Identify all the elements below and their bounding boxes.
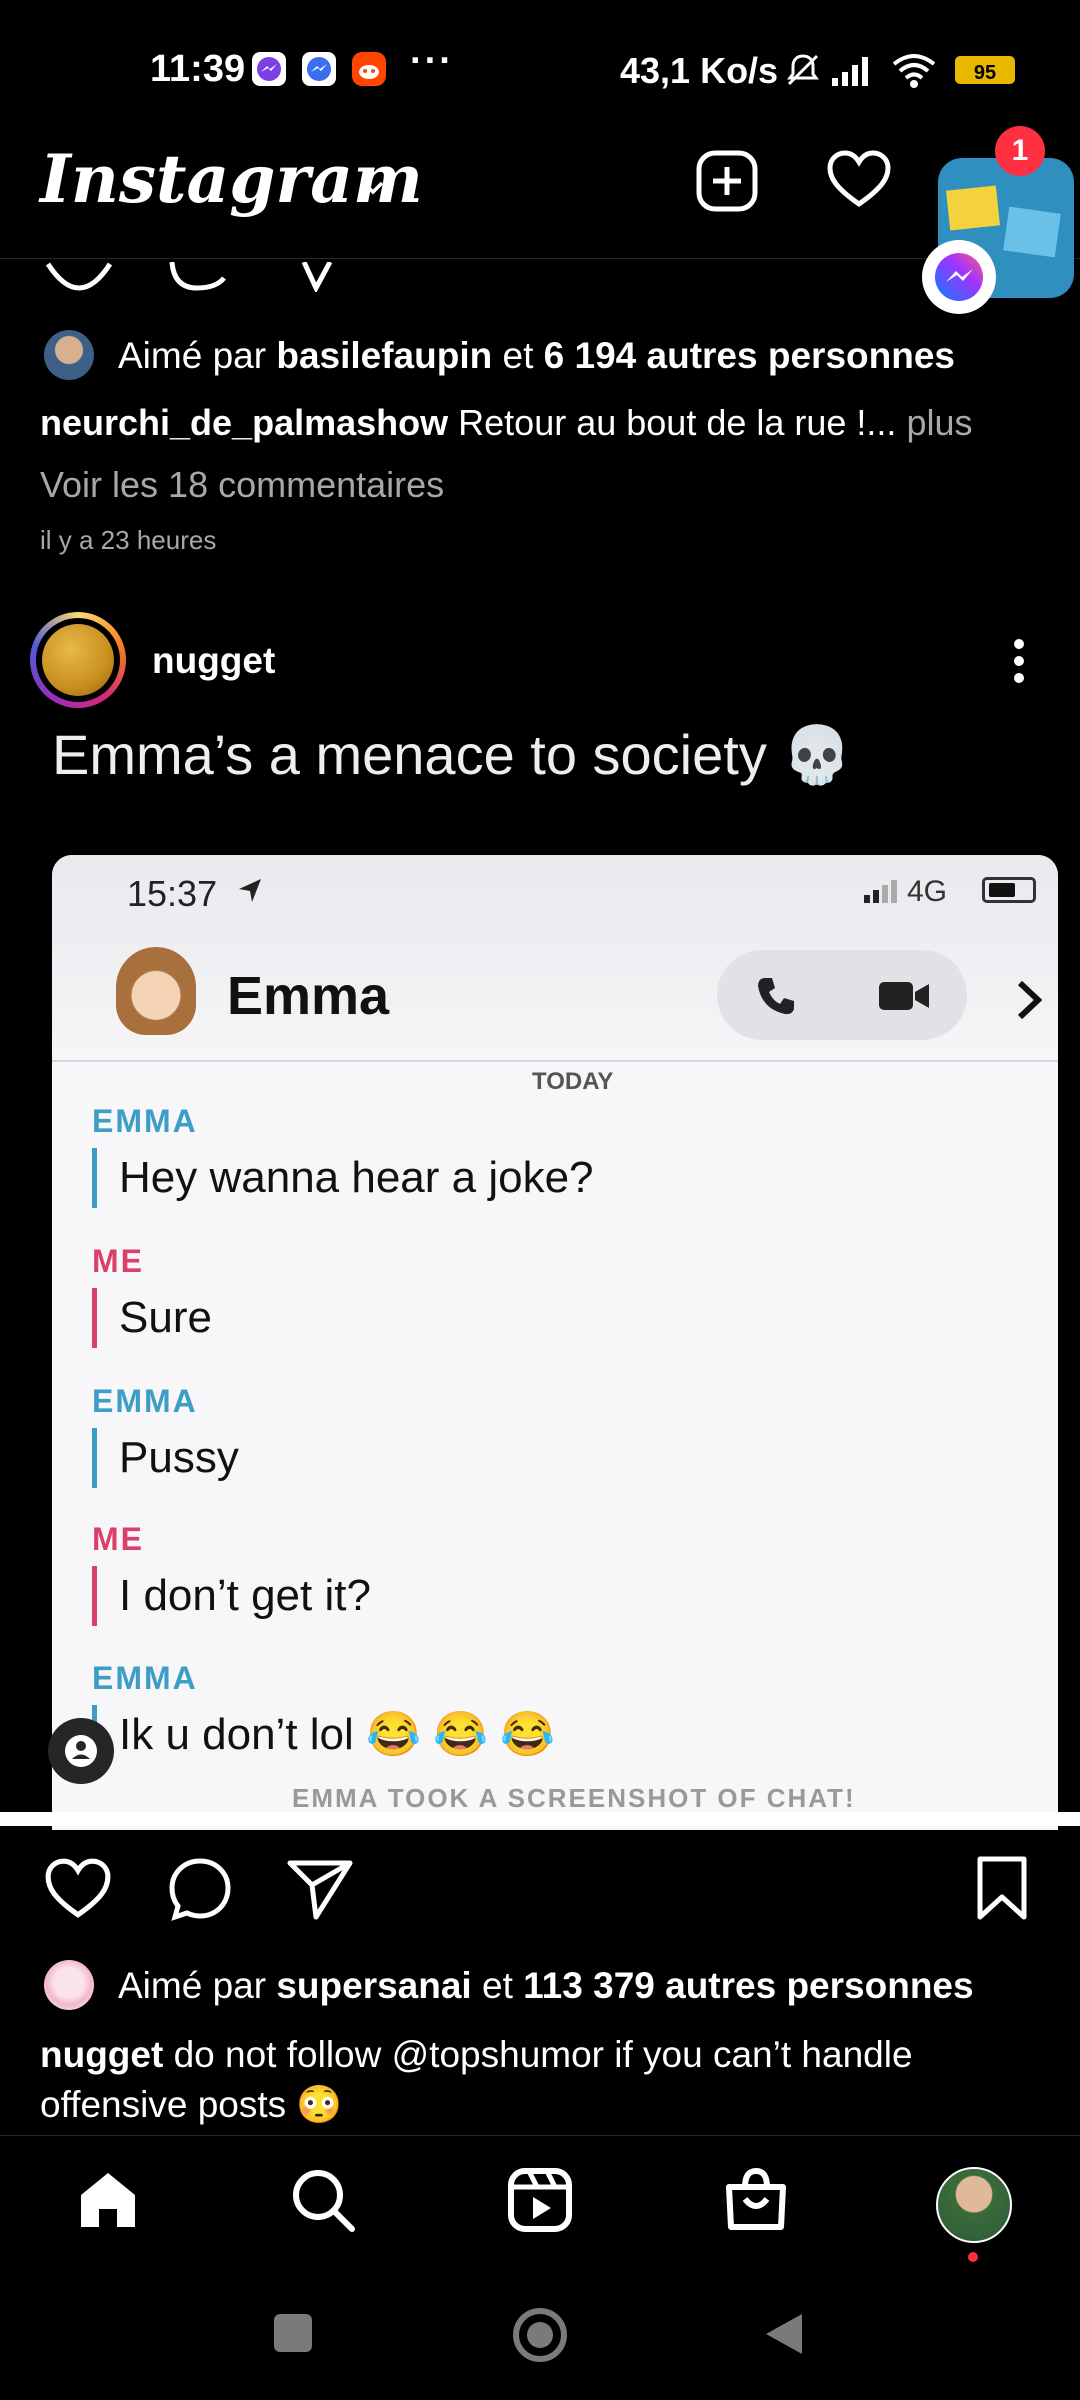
contact-bitmoji-avatar — [116, 947, 196, 1035]
chevron-down-icon[interactable] — [360, 175, 386, 201]
post-caption: nugget do not follow @topshumor if you c… — [40, 2034, 913, 2125]
messenger-notif-icon-2 — [302, 52, 336, 86]
phone-call-icon — [752, 972, 800, 1025]
recents-square-icon[interactable] — [272, 2312, 314, 2359]
post-image-title: Emma’s a menace to society 💀 — [52, 723, 853, 786]
profile-avatar[interactable] — [936, 2167, 1012, 2243]
prev-view-comments-link[interactable]: Voir les 18 commentaires — [40, 464, 444, 506]
share-send-icon[interactable] — [286, 1855, 354, 1923]
prev-caption: neurchi_de_palmashow Retour au bout de l… — [40, 402, 973, 443]
prev-liked-by: Aimé par basilefaupin et 6 194 autres pe… — [118, 335, 955, 376]
prev-comment-icon[interactable] — [166, 261, 228, 297]
liker-avatar[interactable] — [44, 1960, 94, 2010]
likes-count[interactable]: 113 379 autres personnes — [523, 1965, 973, 2006]
post-author-avatar[interactable] — [42, 624, 114, 696]
prev-post-timestamp: il y a 23 heures — [40, 525, 217, 555]
chat-sender: ME — [92, 1243, 144, 1279]
prev-likes-count[interactable]: 6 194 autres personnes — [544, 335, 955, 376]
like-heart-icon[interactable] — [44, 1855, 112, 1923]
back-triangle-icon[interactable] — [762, 2310, 806, 2363]
prev-share-icon[interactable] — [300, 260, 340, 297]
profile-notification-dot — [968, 2252, 978, 2262]
home-icon[interactable] — [73, 2165, 143, 2235]
reels-icon[interactable] — [505, 2165, 575, 2235]
messenger-notif-icon — [252, 52, 286, 86]
video-call-icon — [877, 978, 931, 1019]
home-circle-icon[interactable] — [512, 2307, 568, 2368]
phone-time: 15:37 — [127, 873, 218, 914]
chat-message: Sure — [92, 1288, 212, 1348]
activity-heart-icon[interactable] — [826, 148, 892, 214]
chat-sender: EMMA — [92, 1103, 198, 1139]
chat-sender: EMMA — [92, 1383, 198, 1419]
messenger-chat-head-icon[interactable] — [922, 240, 996, 314]
notification-badge: 1 — [995, 126, 1045, 176]
chat-contact-name: Emma — [227, 966, 390, 1026]
post-liked-by: Aimé par supersanai et 113 379 autres pe… — [118, 1965, 974, 2006]
liker-avatar[interactable] — [44, 330, 94, 380]
battery-indicator: 95 — [955, 56, 1015, 84]
chat-screenshot: 15:37 4G Emma TODAY EMMA Hey wanna hear … — [52, 855, 1058, 1830]
post-author-username[interactable]: nugget — [152, 640, 275, 682]
caption-username[interactable]: nugget — [40, 2034, 163, 2075]
wifi-icon — [890, 50, 938, 95]
more-options-icon[interactable] — [1002, 636, 1036, 691]
more-notifications-icon: ··· — [410, 40, 454, 82]
chat-message: I don’t get it? — [92, 1566, 371, 1626]
signal-icon — [830, 52, 876, 93]
chevron-right-icon — [1012, 977, 1048, 1035]
chat-message: Hey wanna hear a joke? — [92, 1148, 594, 1208]
status-bar: 11:39 ··· 43,1 Ko/s 95 — [0, 0, 1080, 130]
phone-signal-icon — [862, 877, 902, 910]
prev-liker-username[interactable]: basilefaupin — [276, 335, 492, 376]
chat-sender: EMMA — [92, 1660, 198, 1696]
liker-username[interactable]: supersanai — [276, 1965, 471, 2006]
status-time: 11:39 — [150, 48, 246, 90]
reddit-notif-icon — [352, 52, 386, 86]
tagged-users-icon[interactable] — [48, 1718, 114, 1784]
search-icon[interactable] — [288, 2165, 358, 2235]
create-post-icon[interactable] — [694, 148, 760, 214]
save-bookmark-icon[interactable] — [972, 1855, 1040, 1923]
prev-caption-username[interactable]: neurchi_de_palmashow — [40, 402, 448, 443]
chat-message: Pussy — [92, 1428, 239, 1488]
shop-bag-icon[interactable] — [721, 2165, 791, 2235]
comment-icon[interactable] — [166, 1855, 234, 1923]
prev-like-icon[interactable] — [44, 262, 114, 297]
today-label: TODAY — [532, 1068, 614, 1095]
phone-battery-icon — [982, 877, 1036, 903]
screenshot-notice: EMMA TOOK A SCREENSHOT OF CHAT! — [292, 1783, 856, 1813]
chat-message: Ik u don’t lol 😂 😂 😂 — [92, 1705, 555, 1765]
phone-network: 4G — [907, 875, 948, 908]
net-speed: 43,1 Ko/s — [620, 50, 779, 91]
location-arrow-icon — [235, 875, 265, 910]
chat-sender: ME — [92, 1521, 144, 1557]
call-actions — [717, 950, 967, 1040]
prev-caption-more-link[interactable]: plus — [906, 402, 972, 443]
mute-icon — [783, 50, 823, 95]
